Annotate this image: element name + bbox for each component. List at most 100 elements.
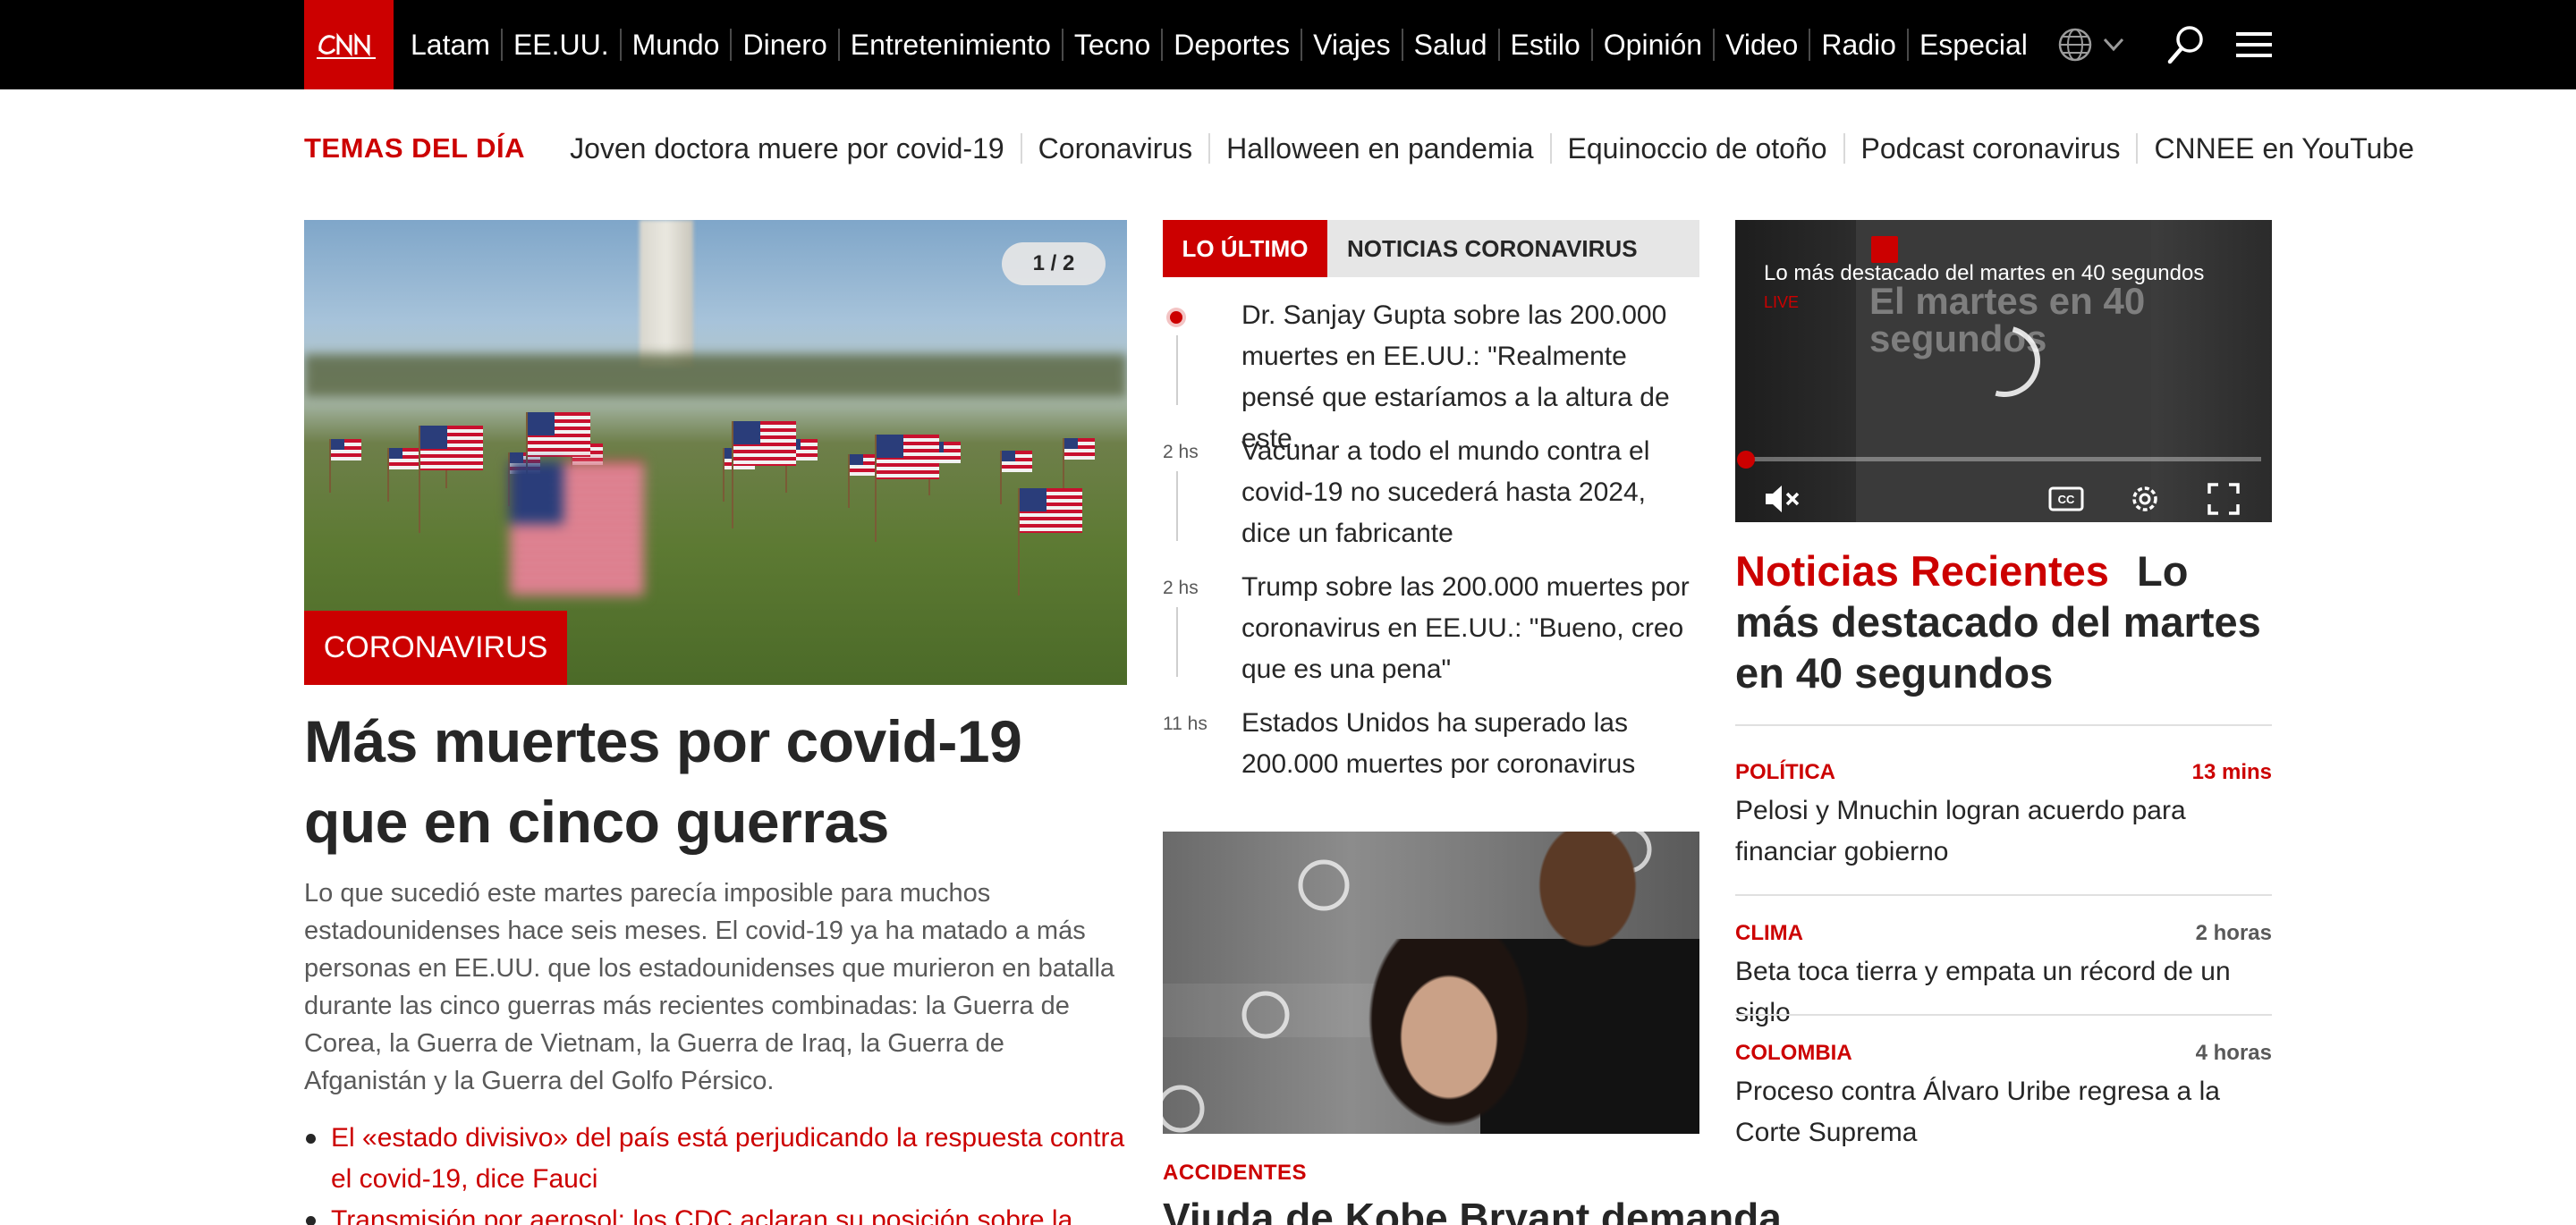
timeline-line xyxy=(1176,335,1178,405)
story-headline[interactable]: Viuda de Kobe Bryant demanda xyxy=(1163,1193,1782,1225)
video-title: Lo más destacado del martes en 40 segund… xyxy=(1764,261,2205,285)
captions-button[interactable]: CC xyxy=(2046,479,2086,519)
settings-icon xyxy=(2132,486,2157,511)
nav-item-latam[interactable]: Latam xyxy=(400,29,503,61)
svg-text:CC: CC xyxy=(2058,493,2075,506)
timeline-item[interactable]: Dr. Sanjay Gupta sobre las 200.000 muert… xyxy=(1163,295,1699,453)
nav-item-opinion[interactable]: Opinión xyxy=(1593,29,1716,61)
recent-news-heading: Noticias Recientes Lo más destacado del … xyxy=(1735,545,2272,698)
trending-title: TEMAS DEL DÍA xyxy=(304,132,526,164)
fullscreen-icon xyxy=(2207,483,2240,515)
flag-shape xyxy=(387,448,419,502)
flag-shape xyxy=(526,412,590,520)
hero-related-links: El «estado divisivo» del país está perju… xyxy=(304,1118,1127,1225)
trending-item[interactable]: Coronavirus xyxy=(1022,133,1211,164)
chevron-down-icon xyxy=(2103,38,2124,52)
story-image[interactable] xyxy=(1163,832,1699,1134)
slideshow-pager[interactable]: 1 / 2 xyxy=(1002,242,1106,285)
nav-item-video[interactable]: Video xyxy=(1715,29,1811,61)
video-progress-bar[interactable] xyxy=(1746,457,2261,461)
divider xyxy=(1735,1014,2272,1016)
flag-shape xyxy=(732,421,796,528)
timeline-time: 2 hs xyxy=(1163,442,1199,462)
flag-shape xyxy=(1018,488,1082,596)
hero-section-label[interactable]: CORONAVIRUS xyxy=(304,611,567,685)
news-headline[interactable]: Proceso contra Álvaro Uribe regresa a la… xyxy=(1735,1071,2272,1153)
tab-lo-ultimo[interactable]: LO ÚLTIMO xyxy=(1163,220,1327,277)
menu-button[interactable] xyxy=(2233,0,2275,89)
live-dot-icon xyxy=(1170,311,1182,324)
news-category[interactable]: COLOMBIA xyxy=(1735,1041,1852,1066)
flag-shape xyxy=(329,439,361,493)
flag-shape xyxy=(1000,451,1032,504)
hero-headline[interactable]: Más muertes por covid-19 que en cinco gu… xyxy=(304,701,1127,862)
news-category[interactable]: POLÍTICA xyxy=(1735,760,1835,785)
flag-shape xyxy=(419,426,483,533)
timeline-headline[interactable]: Estados Unidos ha superado las 200.000 m… xyxy=(1241,703,1699,785)
video-player[interactable]: El martes en 40 segundos Lo más destacad… xyxy=(1735,220,2272,522)
related-link[interactable]: El «estado divisivo» del país está perju… xyxy=(304,1118,1127,1200)
latest-timeline: Dr. Sanjay Gupta sobre las 200.000 muert… xyxy=(1163,295,1699,810)
menu-icon xyxy=(2236,32,2272,57)
trending-item[interactable]: Joven doctora muere por covid-19 xyxy=(554,133,1022,164)
news-time: 4 horas xyxy=(2195,1041,2272,1065)
treeline-shape xyxy=(304,354,1127,397)
person-shape xyxy=(1368,939,1538,1134)
flag-shape xyxy=(875,435,939,542)
timeline-item[interactable]: 2 hs Trump sobre las 200.000 muertes por… xyxy=(1163,567,1699,703)
timeline-item[interactable]: 11 hs Estados Unidos ha superado las 200… xyxy=(1163,703,1699,810)
monument-shape xyxy=(640,220,693,368)
news-item[interactable]: POLÍTICA 13 mins Pelosi y Mnuchin logran… xyxy=(1735,760,2272,876)
video-frame-text: El martes en 40 segundos xyxy=(1869,280,2146,359)
nav-item-entretenimiento[interactable]: Entretenimiento xyxy=(840,29,1063,61)
nav-item-especial[interactable]: Especial xyxy=(1909,29,2038,61)
tab-noticias-coronavirus[interactable]: NOTICIAS CORONAVIRUS xyxy=(1327,220,1638,277)
edition-selector[interactable] xyxy=(2057,0,2129,89)
flag-shape xyxy=(1063,438,1095,492)
nav-item-estilo[interactable]: Estilo xyxy=(1500,29,1593,61)
flag-shape xyxy=(508,461,644,596)
nav-item-salud[interactable]: Salud xyxy=(1403,29,1500,61)
news-category[interactable]: CLIMA xyxy=(1735,921,1803,946)
mute-button[interactable] xyxy=(1762,479,1801,519)
cnn-logo[interactable]: CNN xyxy=(304,0,394,89)
nav-item-tecno[interactable]: Tecno xyxy=(1063,29,1164,61)
nav-item-deportes[interactable]: Deportes xyxy=(1163,29,1303,61)
news-item[interactable]: CLIMA 2 horas Beta toca tierra y empata … xyxy=(1735,921,2272,1027)
settings-button[interactable] xyxy=(2125,479,2165,519)
mute-icon xyxy=(1766,486,1800,512)
fullscreen-button[interactable] xyxy=(2204,479,2243,519)
timeline-line xyxy=(1176,607,1178,677)
video-progress-handle[interactable] xyxy=(1737,451,1755,469)
related-link[interactable]: Transmisión por aerosol: los CDC aclaran… xyxy=(304,1200,1127,1225)
timeline-headline[interactable]: Vacunar a todo el mundo contra el covid-… xyxy=(1241,431,1699,554)
trending-topics-bar: TEMAS DEL DÍA Joven doctora muere por co… xyxy=(304,125,2430,172)
timeline-item[interactable]: 2 hs Vacunar a todo el mundo contra el c… xyxy=(1163,431,1699,567)
cnn-watermark-icon xyxy=(1871,236,1898,263)
nav-item-viajes[interactable]: Viajes xyxy=(1302,29,1403,61)
news-item[interactable]: COLOMBIA 4 horas Proceso contra Álvaro U… xyxy=(1735,1041,2272,1157)
trending-item[interactable]: Equinoccio de otoño xyxy=(1552,133,1845,164)
cc-icon: CC xyxy=(2048,486,2084,511)
timeline-time: 2 hs xyxy=(1163,578,1199,598)
nav-item-radio[interactable]: Radio xyxy=(1810,29,1909,61)
search-button[interactable] xyxy=(2165,0,2207,89)
nav-item-mundo[interactable]: Mundo xyxy=(622,29,733,61)
section-nav: Latam EE.UU. Mundo Dinero Entretenimient… xyxy=(400,0,2038,89)
news-time: 13 mins xyxy=(2191,760,2272,784)
nav-item-dinero[interactable]: Dinero xyxy=(732,29,840,61)
globe-icon xyxy=(2058,28,2124,62)
cnn-logo-icon xyxy=(317,32,376,59)
trending-item[interactable]: CNNEE en YouTube xyxy=(2138,133,2430,164)
divider xyxy=(1735,894,2272,896)
nav-item-eeuu[interactable]: EE.UU. xyxy=(503,29,622,61)
trending-item[interactable]: Halloween en pandemia xyxy=(1210,133,1552,164)
story-section-label[interactable]: ACCIDENTES xyxy=(1163,1161,1307,1186)
trending-item[interactable]: Podcast coronavirus xyxy=(1845,133,2139,164)
news-headline[interactable]: Beta toca tierra y empata un récord de u… xyxy=(1735,951,2272,1034)
recent-news-label[interactable]: Noticias Recientes xyxy=(1735,547,2109,595)
latest-tabs: LO ÚLTIMO NOTICIAS CORONAVIRUS xyxy=(1163,220,1699,277)
timeline-headline[interactable]: Trump sobre las 200.000 muertes por coro… xyxy=(1241,567,1699,690)
top-navigation: CNN Latam EE.UU. Mundo Dinero Entretenim… xyxy=(0,0,2576,89)
news-headline[interactable]: Pelosi y Mnuchin logran acuerdo para fin… xyxy=(1735,790,2272,873)
